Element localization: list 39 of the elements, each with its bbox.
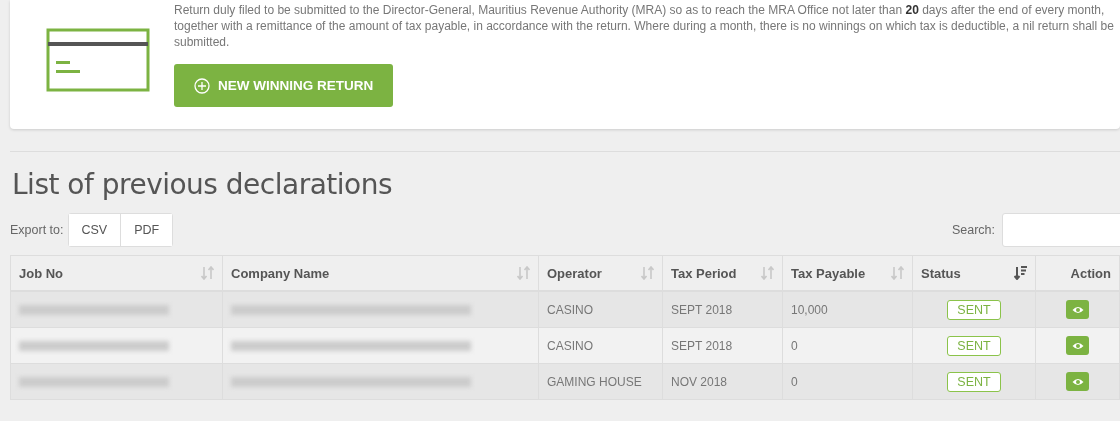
sort-icon bbox=[761, 266, 774, 280]
table-cell: 0 bbox=[782, 363, 913, 400]
status-badge: SENT bbox=[947, 299, 1001, 320]
table-cell: SEPT 2018 bbox=[662, 291, 783, 328]
export-button[interactable]: CSV bbox=[68, 214, 122, 246]
table-cell: GAMING HOUSE bbox=[538, 363, 663, 400]
column-header[interactable]: Tax Payable bbox=[782, 255, 913, 291]
view-button[interactable] bbox=[1066, 336, 1089, 355]
plus-circle-icon bbox=[194, 77, 210, 94]
sort-icon bbox=[517, 266, 530, 280]
table-cell: NOV 2018 bbox=[662, 363, 783, 400]
column-header[interactable]: Job No bbox=[10, 255, 223, 291]
section-heading: List of previous declarations bbox=[12, 168, 394, 201]
column-header[interactable]: Action bbox=[1035, 255, 1120, 291]
table-cell: CASINO bbox=[538, 291, 663, 328]
status-badge: SENT bbox=[947, 371, 1001, 392]
search-field[interactable] bbox=[1002, 213, 1120, 247]
table-cell: SEPT 2018 bbox=[662, 327, 783, 364]
view-button[interactable] bbox=[1066, 300, 1089, 319]
status-badge: SENT bbox=[947, 335, 1001, 356]
sort-icon bbox=[641, 266, 654, 280]
column-header[interactable]: Company Name bbox=[222, 255, 539, 291]
column-header[interactable]: Status bbox=[912, 255, 1036, 291]
table-cell: 0 bbox=[782, 327, 913, 364]
intro-paragraph: Return duly filed to be submitted to the Director-General, Mauritius Revenue Authority (MRA) so as to reach the MRA Office not later than 20 days after the end of every month, together with a remittance of the amount of tax payable, in accordance with the return. Where during a month, there is no winnings on which tax is deductible, a nil return shall be submitted. bbox=[174, 2, 1115, 50]
column-header[interactable]: Operator bbox=[538, 255, 663, 291]
eye-icon bbox=[1071, 305, 1084, 314]
sort-icon bbox=[201, 266, 214, 280]
eye-icon bbox=[1071, 341, 1084, 350]
column-header[interactable]: Tax Period bbox=[662, 255, 783, 291]
search-label: Search: bbox=[951, 223, 995, 237]
eye-icon bbox=[1071, 377, 1084, 386]
export-label: Export to: bbox=[10, 223, 64, 237]
view-button[interactable] bbox=[1066, 372, 1089, 391]
document-icon bbox=[46, 28, 150, 92]
sort-icon bbox=[891, 266, 904, 280]
table-cell: 10,000 bbox=[782, 291, 913, 328]
sort-descending-icon bbox=[1014, 266, 1027, 280]
table-cell: CASINO bbox=[538, 327, 663, 364]
